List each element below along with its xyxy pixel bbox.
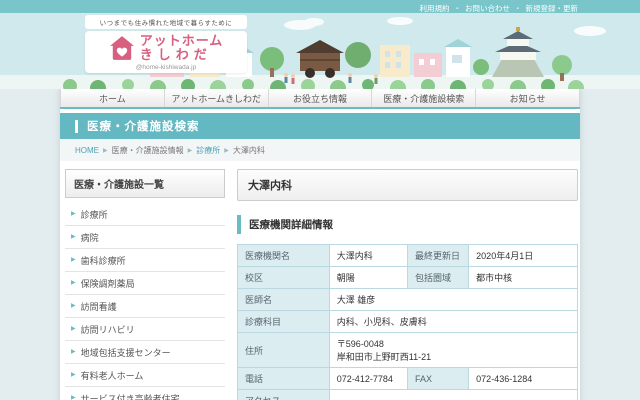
table-row: アクセス <box>238 390 578 400</box>
content-container: ホームアットホームきしわだお役立ち情報医療・介護施設検索お知らせ 医療・介護施設… <box>60 89 580 400</box>
detail-value: 大澤 雄彦 <box>329 289 577 311</box>
breadcrumb-separator: ▶ <box>224 147 229 154</box>
title-bar-decoration <box>75 120 78 133</box>
chevron-right-icon: ▶ <box>71 257 76 263</box>
page-title-band: 医療・介護施設検索 <box>60 113 580 139</box>
sidebar-item[interactable]: ▶ 診療所 <box>65 203 225 226</box>
chevron-right-icon: ▶ <box>71 349 76 355</box>
section-title: 医療機関詳細情報 <box>237 215 578 234</box>
main-content: 大澤内科 医療機関詳細情報 医療機関名大澤内科最終更新日2020年4月1日校区朝… <box>237 169 578 400</box>
sidebar-title: 医療・介護施設一覧 <box>65 169 225 198</box>
sidebar-item-label: 保険調剤薬局 <box>81 277 135 290</box>
table-row: 診療科目内科、小児科、皮膚科 <box>238 311 578 333</box>
detail-label: 校区 <box>238 267 330 289</box>
table-row: 医療機関名大澤内科最終更新日2020年4月1日 <box>238 245 578 267</box>
chevron-right-icon: ▶ <box>71 326 76 332</box>
chevron-right-icon: ▶ <box>71 372 76 378</box>
logo-house-icon <box>109 35 135 61</box>
top-link[interactable]: 利用規約 <box>420 4 450 13</box>
detail-label: 医療機関名 <box>238 245 330 267</box>
chevron-right-icon: ▶ <box>71 280 76 286</box>
site-logo[interactable]: いつまでも住み慣れた地域で暮らすために アットホーム きしわだ @home-ki… <box>85 15 247 73</box>
detail-value: 2020年4月1日 <box>469 245 578 267</box>
detail-value: 072-412-7784 <box>329 368 407 390</box>
facility-name-heading: 大澤内科 <box>237 169 578 201</box>
sidebar: 医療・介護施設一覧 ▶ 診療所 ▶ 病院 ▶ 歯科診療所 ▶ 保険調剤薬局 ▶ 訪問看護 ▶ 訪問リハ… <box>65 169 225 400</box>
detail-value: 都市中核 <box>469 267 578 289</box>
top-link[interactable]: お問い合わせ <box>465 4 510 13</box>
detail-value: 内科、小児科、皮膚科 <box>329 311 577 333</box>
breadcrumb-separator: ▶ <box>188 147 193 154</box>
sidebar-item-label: 地域包括支援センター <box>81 346 171 359</box>
sidebar-item-label: 診療所 <box>81 208 108 221</box>
sidebar-item[interactable]: ▶ 歯科診療所 <box>65 249 225 272</box>
top-link-separator: ・ <box>514 4 522 13</box>
detail-label: 電話 <box>238 368 330 390</box>
page-title: 医療・介護施設検索 <box>87 118 200 134</box>
breadcrumb-current: 医療・介護施設情報 <box>112 145 184 156</box>
sidebar-item[interactable]: ▶ サービス付き高齢者住宅 <box>65 387 225 400</box>
logo-tagline: いつまでも住み慣れた地域で暮らすために <box>85 15 247 29</box>
table-row: 住所〒596-0048 岸和田市上野町西11-21 <box>238 333 578 368</box>
top-link[interactable]: 新規登録・更新 <box>526 4 579 13</box>
sidebar-item[interactable]: ▶ 訪問リハビリ <box>65 318 225 341</box>
detail-label: 包括圏域 <box>407 267 468 289</box>
detail-label: 最終更新日 <box>407 245 468 267</box>
sidebar-list: ▶ 診療所 ▶ 病院 ▶ 歯科診療所 ▶ 保険調剤薬局 ▶ 訪問看護 ▶ 訪問リハビリ ▶ 地域包括支援セ… <box>65 203 225 400</box>
sidebar-item[interactable]: ▶ 地域包括支援センター <box>65 341 225 364</box>
nav-tab[interactable]: ホーム <box>60 89 165 107</box>
details-table: 医療機関名大澤内科最終更新日2020年4月1日校区朝陽包括圏域都市中核医師名大澤… <box>237 244 578 400</box>
top-link-separator: ・ <box>454 4 462 13</box>
sidebar-item-label: 訪問看護 <box>81 300 117 313</box>
detail-label: 医師名 <box>238 289 330 311</box>
detail-value: 朝陽 <box>329 267 407 289</box>
detail-value <box>329 390 577 400</box>
chevron-right-icon: ▶ <box>71 395 76 400</box>
table-row: 電話072-412-7784FAX072-436-1284 <box>238 368 578 390</box>
logo-line2: きしわだ <box>140 48 224 62</box>
chevron-right-icon: ▶ <box>71 234 76 240</box>
sidebar-item[interactable]: ▶ 保険調剤薬局 <box>65 272 225 295</box>
sidebar-item-label: 有料老人ホーム <box>81 369 144 382</box>
chevron-right-icon: ▶ <box>71 303 76 309</box>
detail-label: FAX <box>407 368 468 390</box>
breadcrumb: HOME▶医療・介護施設情報▶診療所▶大澤内科 <box>60 139 580 161</box>
breadcrumb-link[interactable]: 診療所 <box>196 145 220 156</box>
top-utility-bar: 利用規約・お問い合わせ・新規登録・更新 <box>0 0 640 13</box>
chevron-right-icon: ▶ <box>71 211 76 217</box>
detail-label: アクセス <box>238 390 330 400</box>
nav-tab[interactable]: お役立ち情報 <box>269 89 373 107</box>
header-banner: いつまでも住み慣れた地域で暮らすために アットホーム きしわだ @home-ki… <box>0 13 640 89</box>
sidebar-item[interactable]: ▶ 訪問看護 <box>65 295 225 318</box>
breadcrumb-current: 大澤内科 <box>233 145 265 156</box>
detail-value: 大澤内科 <box>329 245 407 267</box>
nav-tab[interactable]: アットホームきしわだ <box>165 89 269 107</box>
sidebar-item-label: 歯科診療所 <box>81 254 126 267</box>
breadcrumb-separator: ▶ <box>103 147 108 154</box>
sidebar-item-label: 訪問リハビリ <box>81 323 135 336</box>
table-row: 医師名大澤 雄彦 <box>238 289 578 311</box>
nav-tab[interactable]: 医療・介護施設検索 <box>372 89 476 107</box>
nav-tab[interactable]: お知らせ <box>476 89 580 107</box>
detail-label: 診療科目 <box>238 311 330 333</box>
details-table-body: 医療機関名大澤内科最終更新日2020年4月1日校区朝陽包括圏域都市中核医師名大澤… <box>238 245 578 400</box>
logo-line1: アットホーム <box>140 34 224 48</box>
sidebar-item-label: 病院 <box>81 231 99 244</box>
sidebar-item[interactable]: ▶ 有料老人ホーム <box>65 364 225 387</box>
table-row: 校区朝陽包括圏域都市中核 <box>238 267 578 289</box>
sidebar-item-label: サービス付き高齢者住宅 <box>81 392 180 400</box>
breadcrumb-link[interactable]: HOME <box>75 146 99 155</box>
logo-domain: @home-kishiwada.jp <box>91 64 241 71</box>
detail-value: 〒596-0048 岸和田市上野町西11-21 <box>329 333 577 368</box>
page: 利用規約・お問い合わせ・新規登録・更新 <box>0 0 640 400</box>
sidebar-item[interactable]: ▶ 病院 <box>65 226 225 249</box>
detail-value: 072-436-1284 <box>469 368 578 390</box>
detail-label: 住所 <box>238 333 330 368</box>
main-nav: ホームアットホームきしわだお役立ち情報医療・介護施設検索お知らせ <box>60 89 580 109</box>
